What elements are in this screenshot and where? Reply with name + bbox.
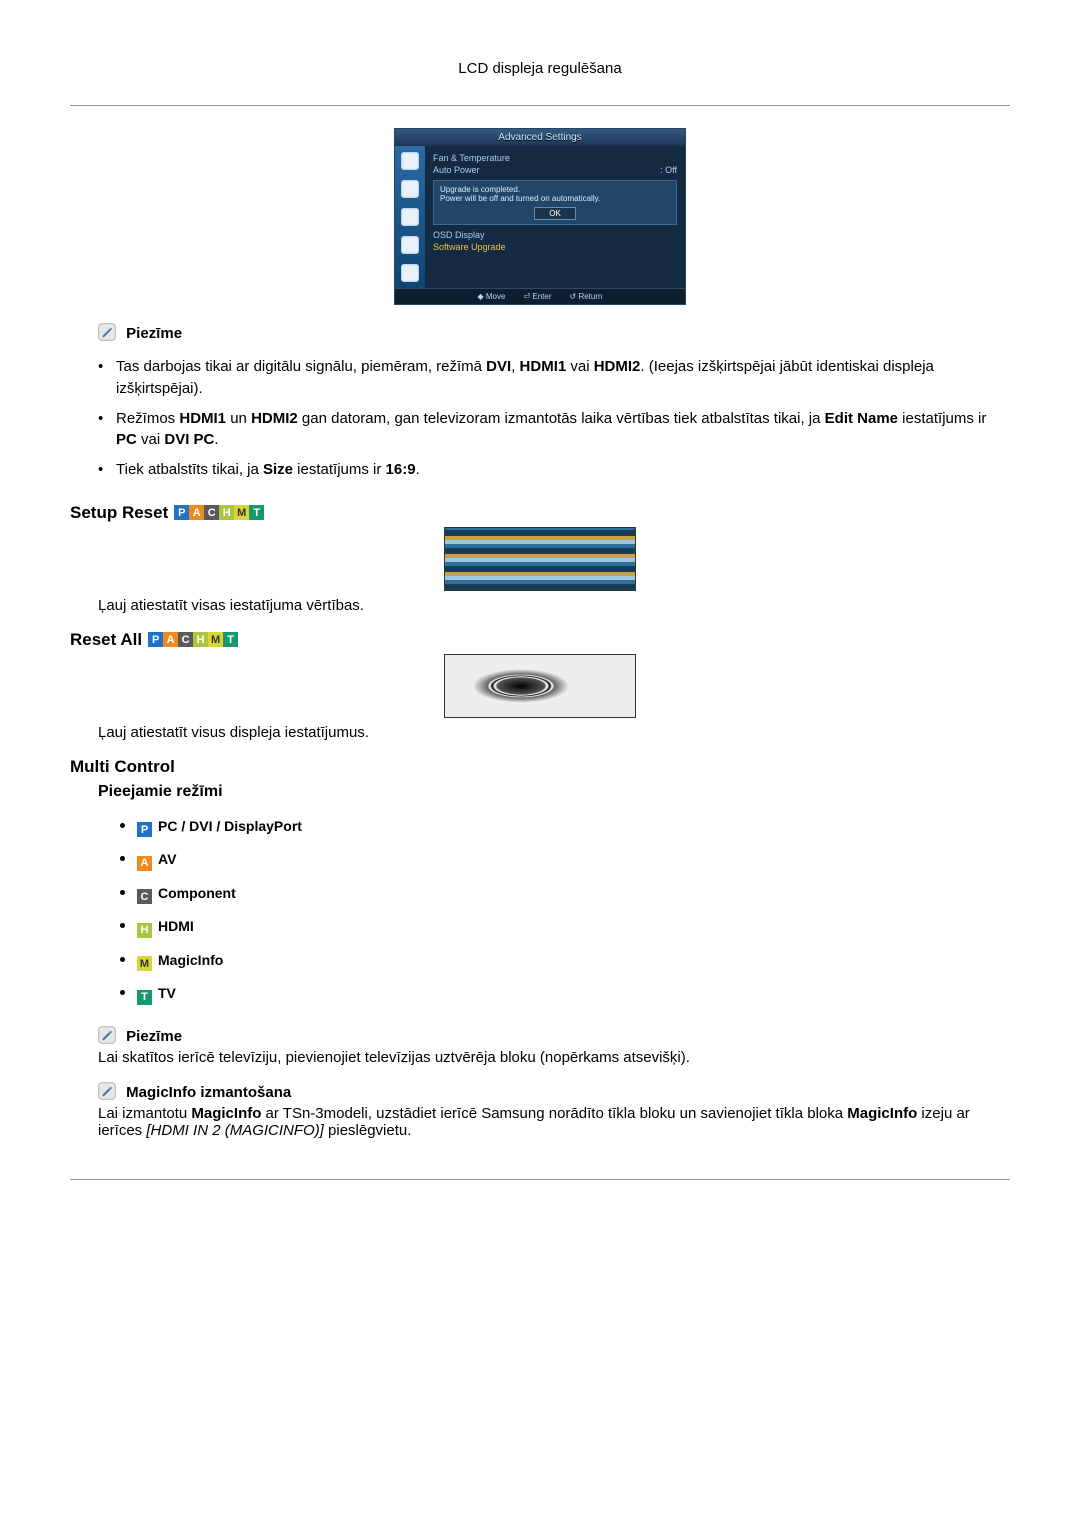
mode-badges: P A C H M T bbox=[148, 632, 238, 647]
osd-side-icon bbox=[401, 180, 419, 198]
mode-label: HDMI bbox=[158, 918, 194, 934]
modes-list: P PC / DVI / DisplayPort A AV C Component H HDM… bbox=[70, 811, 1010, 1012]
badge-p-icon: P bbox=[137, 822, 152, 837]
section-title: Multi Control bbox=[70, 757, 175, 777]
osd-side-icon bbox=[401, 208, 419, 226]
divider bbox=[70, 1179, 1010, 1180]
section-body: Ļauj atiestatīt visas iestatījuma vērtīb… bbox=[70, 597, 1010, 614]
mode-badges: P A C H M T bbox=[174, 505, 264, 520]
section-reset-all: Reset All P A C H M T bbox=[70, 630, 1010, 650]
badge-m-icon: M bbox=[137, 956, 152, 971]
pencil-icon bbox=[98, 323, 116, 341]
note-item: Režīmos HDMI1 un HDMI2 gan datoram, gan … bbox=[98, 404, 1010, 456]
osd-footer: ◆ Move ⏎ Enter ↺ Return bbox=[395, 288, 685, 304]
osd-side-icon bbox=[401, 152, 419, 170]
badge-a-icon: A bbox=[189, 505, 204, 520]
osd-foot-enter: Enter bbox=[532, 292, 551, 301]
badge-t-icon: T bbox=[223, 632, 238, 647]
mode-item: C Component bbox=[120, 878, 1010, 912]
mode-item: T TV bbox=[120, 978, 1010, 1012]
osd-sidebar bbox=[395, 146, 425, 288]
note-label: Piezīme bbox=[126, 325, 182, 342]
osd-ok-button: OK bbox=[534, 207, 576, 220]
section-setup-reset: Setup Reset P A C H M T bbox=[70, 503, 1010, 523]
osd-title: Advanced Settings bbox=[395, 129, 685, 146]
badge-t-icon: T bbox=[137, 990, 152, 1005]
note-item: Tas darbojas tikai ar digitālu signālu, … bbox=[98, 352, 1010, 404]
mode-item: M MagicInfo bbox=[120, 945, 1010, 979]
note-body: Lai skatītos ierīcē televīziju, pievieno… bbox=[70, 1049, 1010, 1066]
subsection-title: Pieejamie režīmi bbox=[98, 783, 1010, 801]
badge-p-icon: P bbox=[174, 505, 189, 520]
section-body: Ļauj atiestatīt visus displeja iestatīju… bbox=[70, 724, 1010, 741]
section-title: Setup Reset bbox=[70, 503, 168, 523]
osd-side-icon bbox=[401, 236, 419, 254]
mode-label: TV bbox=[158, 985, 176, 1001]
magicinfo-body: Lai izmantotu MagicInfo ar TSn-3modeli, … bbox=[70, 1105, 1010, 1139]
osd-popup-line: Upgrade is completed. bbox=[440, 185, 670, 194]
pencil-icon bbox=[98, 1082, 116, 1100]
osd-item: OSD Display bbox=[433, 230, 485, 240]
mode-item: H HDMI bbox=[120, 911, 1010, 945]
note-label: MagicInfo izmantošana bbox=[126, 1084, 291, 1101]
note-label: Piezīme bbox=[126, 1028, 182, 1045]
badge-a-icon: A bbox=[163, 632, 178, 647]
badge-m-icon: M bbox=[208, 632, 223, 647]
section-multi-control: Multi Control bbox=[70, 757, 1010, 777]
decorative-image bbox=[444, 527, 636, 591]
badge-a-icon: A bbox=[137, 856, 152, 871]
mode-label: AV bbox=[158, 851, 176, 867]
badge-h-icon: H bbox=[137, 923, 152, 938]
note-list: Tas darbojas tikai ar digitālu signālu, … bbox=[70, 352, 1010, 485]
osd-side-icon bbox=[401, 264, 419, 282]
badge-c-icon: C bbox=[178, 632, 193, 647]
osd-foot-move: Move bbox=[486, 292, 506, 301]
osd-popup: Upgrade is completed. Power will be off … bbox=[433, 180, 677, 225]
section-title: Reset All bbox=[70, 630, 142, 650]
page-title: LCD displeja regulēšana bbox=[70, 60, 1010, 77]
osd-foot-return: Return bbox=[578, 292, 602, 301]
osd-popup-line: Power will be off and turned on automati… bbox=[440, 194, 670, 203]
mode-item: A AV bbox=[120, 844, 1010, 878]
badge-p-icon: P bbox=[148, 632, 163, 647]
mode-label: PC / DVI / DisplayPort bbox=[158, 818, 302, 834]
mode-item: P PC / DVI / DisplayPort bbox=[120, 811, 1010, 845]
pencil-icon bbox=[98, 1026, 116, 1044]
note-item: Tiek atbalstīts tikai, ja Size iestatīju… bbox=[98, 455, 1010, 485]
badge-t-icon: T bbox=[249, 505, 264, 520]
badge-m-icon: M bbox=[234, 505, 249, 520]
osd-item-selected: Software Upgrade bbox=[433, 242, 506, 252]
decorative-image bbox=[444, 654, 636, 718]
mode-label: MagicInfo bbox=[158, 952, 223, 968]
osd-item: Fan & Temperature bbox=[433, 153, 510, 163]
osd-item: Auto Power bbox=[433, 165, 480, 175]
badge-h-icon: H bbox=[193, 632, 208, 647]
badge-h-icon: H bbox=[219, 505, 234, 520]
mode-label: Component bbox=[158, 885, 236, 901]
badge-c-icon: C bbox=[137, 889, 152, 904]
divider bbox=[70, 105, 1010, 106]
osd-screenshot: Advanced Settings Fan & Temperature Auto… bbox=[394, 128, 686, 305]
osd-item-value: : Off bbox=[660, 165, 677, 175]
badge-c-icon: C bbox=[204, 505, 219, 520]
